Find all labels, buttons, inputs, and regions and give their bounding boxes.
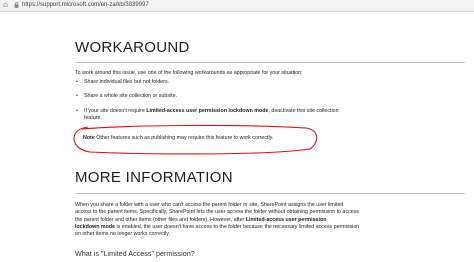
- paragraph-line: access to the parent items. Specifically…: [75, 209, 360, 216]
- url-text[interactable]: https://support.microsoft.com/en-za/kb/3…: [22, 0, 149, 11]
- bullet-dot: •: [76, 79, 78, 85]
- bullet-dot: •: [76, 93, 78, 99]
- more-information-paragraph: When you share a folder with a user who …: [75, 202, 375, 238]
- more-information-heading: MORE INFORMATION: [75, 169, 233, 186]
- section-divider: [75, 62, 465, 63]
- paragraph-text: is enabled, the user doesn't have access…: [115, 223, 360, 230]
- bullet-dot: •: [76, 108, 78, 114]
- bullet-text-suffix: , deactivate this site collection: [268, 108, 339, 114]
- limited-access-subheading: What is "Limited Access" permission?: [75, 249, 195, 258]
- note-label: Note: [83, 135, 95, 141]
- paragraph-line: the parent folder and other items (other…: [75, 217, 375, 224]
- article-page: WORKAROUND To work around this issue, us…: [0, 12, 474, 262]
- paragraph-line: When you share a folder with a user who …: [75, 202, 344, 208]
- bullet-text: Share a whole site collection or subsite…: [84, 93, 178, 99]
- bullet-text: Share individual files but not folders.: [84, 79, 170, 85]
- bullet-text-prefix: If your site doesn't require: [84, 108, 147, 114]
- note-text: Other features such as publishing may re…: [94, 135, 274, 141]
- section-divider: [75, 193, 465, 194]
- home-icon[interactable]: ⌂: [3, 0, 8, 10]
- bullet-text-bold: Limited-access user permission lockdown …: [146, 108, 269, 114]
- bullet-text: If your site doesn't require Limited-acc…: [84, 108, 339, 115]
- paragraph-text: the parent folder and other items (other…: [75, 216, 246, 223]
- workaround-intro: To work around this issue, use one of th…: [75, 70, 303, 76]
- lock-icon: [14, 2, 19, 8]
- paragraph-bold-text: lockdown mode: [75, 223, 116, 230]
- paragraph-bold-text: Limited-access user permission: [245, 216, 327, 223]
- bullet-text-line2: feature.: [84, 115, 102, 122]
- workaround-heading: WORKAROUND: [75, 39, 190, 56]
- paragraph-line: on other items no longer works correctly…: [75, 231, 170, 238]
- paragraph-line: lockdown mode is enabled, the user doesn…: [75, 224, 375, 231]
- address-bar[interactable]: ⌂ https://support.microsoft.com/en-za/kb…: [0, 0, 474, 12]
- note-callout: Note Other features such as publishing m…: [83, 135, 273, 142]
